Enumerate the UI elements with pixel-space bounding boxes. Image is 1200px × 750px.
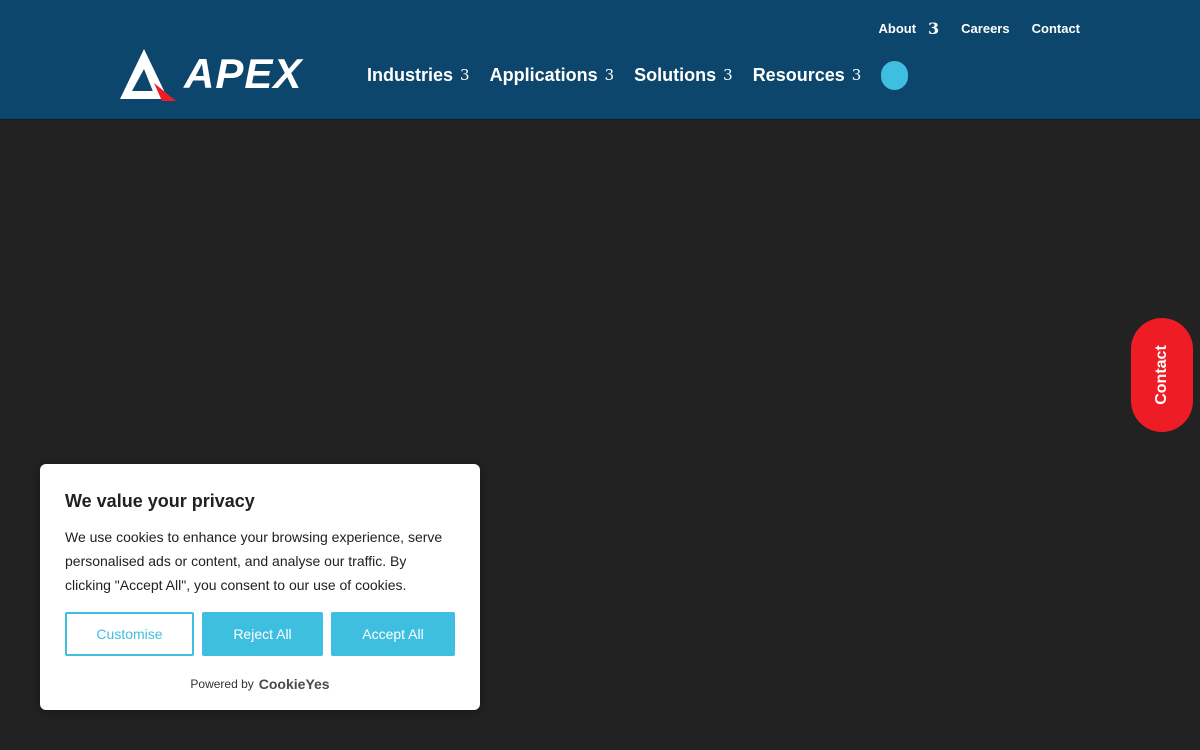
cookie-buttons: Customise Reject All Accept All (65, 612, 455, 656)
main-nav: Industries 3 Applications 3 Solutions 3 … (367, 60, 909, 90)
top-nav-careers[interactable]: Careers (961, 21, 1009, 36)
cookie-description: We use cookies to enhance your browsing … (65, 529, 443, 593)
top-nav-contact[interactable]: Contact (1032, 21, 1080, 36)
top-nav-about[interactable]: About 3 (878, 19, 939, 38)
apex-logo-icon (120, 49, 176, 101)
nav-item-label: Applications (489, 64, 598, 85)
contact-tab-button[interactable]: Contact (1131, 318, 1193, 432)
top-nav-careers-label: Careers (961, 20, 1010, 36)
nav-item-label: Resources (752, 64, 845, 85)
site-logo[interactable]: APEX (120, 46, 340, 102)
nav-item-label: Industries (367, 64, 454, 85)
site-header: About 3 Careers Contact APEX Industries … (0, 0, 1200, 119)
top-nav-about-label: About (878, 20, 917, 36)
top-nav-contact-label: Contact (1031, 20, 1080, 36)
chevron-down-icon: 3 (460, 66, 470, 84)
nav-item-solutions[interactable]: Solutions 3 (634, 65, 733, 86)
nav-item-applications[interactable]: Applications 3 (490, 65, 615, 86)
chevron-down-icon: 3 (723, 66, 733, 84)
chevron-down-icon: 3 (851, 66, 862, 84)
chevron-down-icon: 3 (928, 18, 940, 38)
cookieyes-logo[interactable]: CookieYes (259, 676, 330, 692)
cookie-consent-banner: We value your privacy We use cookies to … (40, 464, 480, 710)
chevron-down-icon: 3 (604, 66, 615, 84)
reject-all-button[interactable]: Reject All (202, 612, 323, 656)
contact-tab-label: Contact (1153, 345, 1170, 405)
powered-by-label: Powered by (190, 677, 254, 691)
cookie-title: We value your privacy (65, 491, 255, 511)
logo-text: APEX (184, 50, 303, 97)
customise-button[interactable]: Customise (65, 612, 194, 656)
nav-item-industries[interactable]: Industries 3 (367, 65, 470, 86)
accept-all-button[interactable]: Accept All (331, 612, 455, 656)
search-icon[interactable] (881, 60, 909, 90)
powered-by: Powered by CookieYes (65, 676, 455, 692)
top-nav: About 3 Careers Contact (878, 18, 1080, 38)
nav-item-resources[interactable]: Resources 3 (753, 65, 862, 86)
nav-item-label: Solutions (634, 64, 717, 85)
